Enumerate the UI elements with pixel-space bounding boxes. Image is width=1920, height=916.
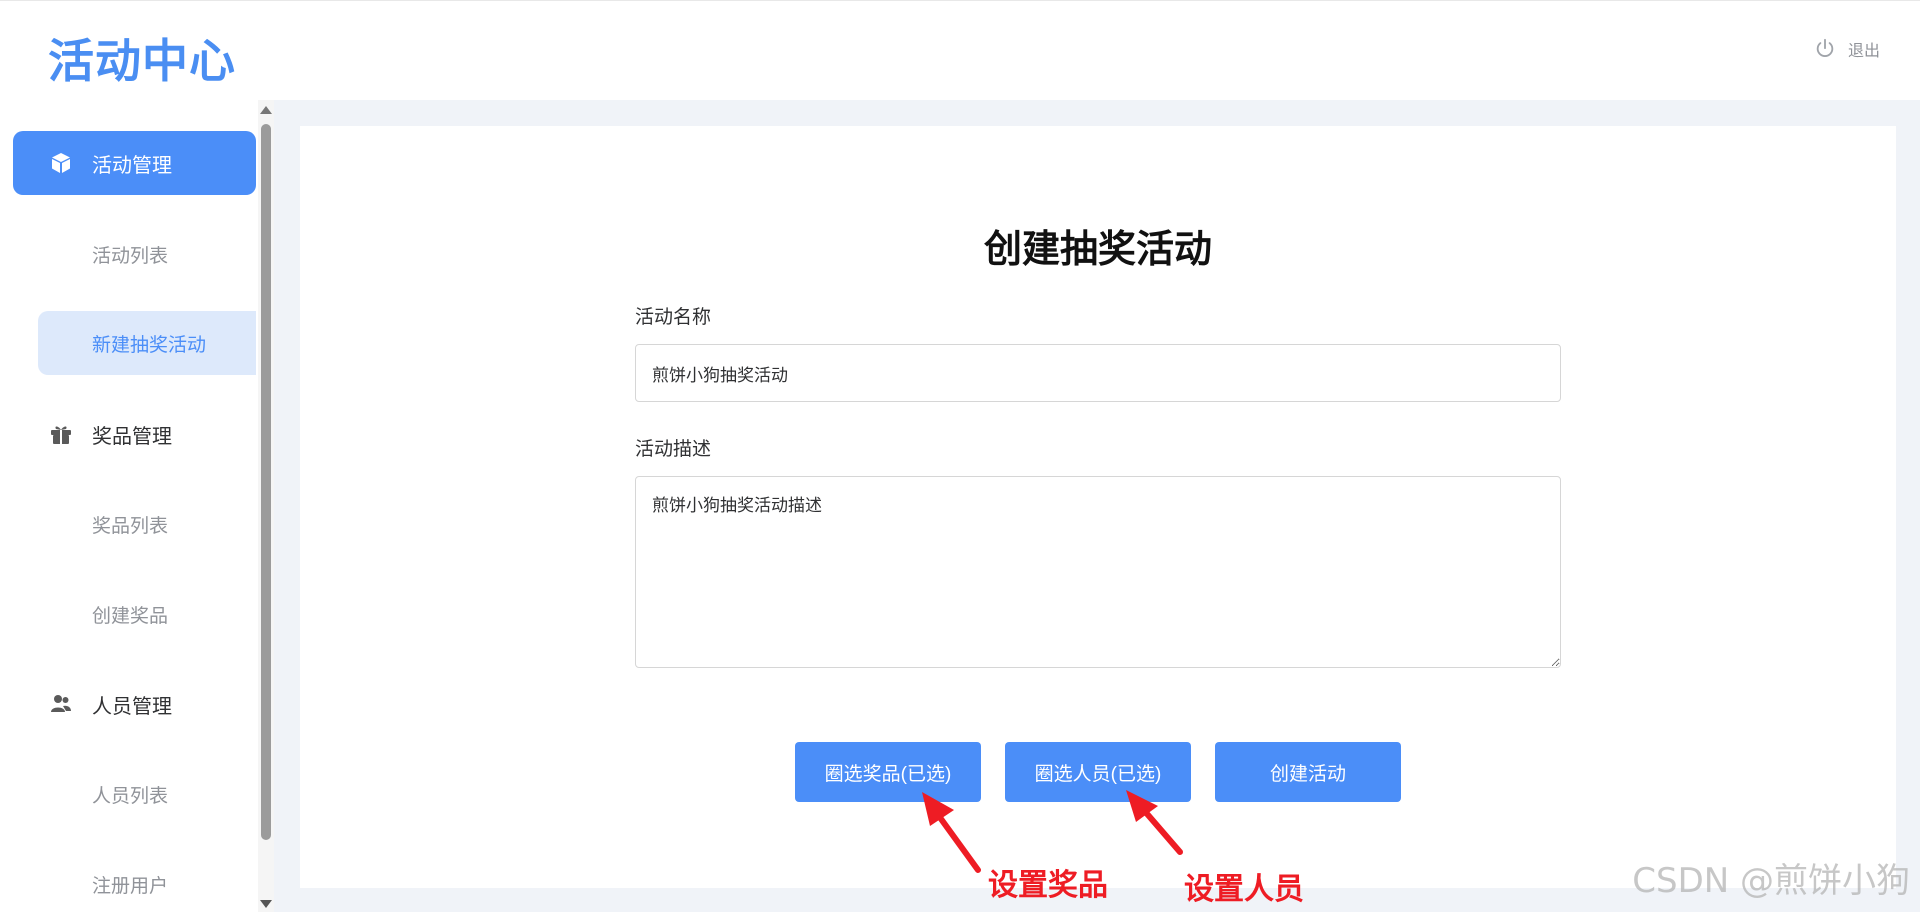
sidebar-item-prize-list[interactable]: 奖品列表 xyxy=(38,492,256,556)
gift-icon xyxy=(48,421,74,447)
sidebar-item-people-list[interactable]: 人员列表 xyxy=(38,762,256,826)
sidebar-item-label: 注册用户 xyxy=(92,875,169,897)
activity-name-label: 活动名称 xyxy=(635,307,712,328)
sidebar-item-new-lottery[interactable]: 新建抽奖活动 xyxy=(38,311,256,375)
activity-name-input[interactable] xyxy=(635,344,1561,402)
activity-description-textarea[interactable]: 煎饼小狗抽奖活动描述 xyxy=(635,476,1561,668)
annotation-set-people: 设置人员 xyxy=(1184,872,1304,907)
scroll-up-arrow-icon[interactable] xyxy=(260,106,272,114)
page-title: 创建抽奖活动 xyxy=(983,229,1212,271)
logout-label: 退出 xyxy=(1847,43,1880,60)
sidebar-item-label: 新建抽奖活动 xyxy=(92,334,207,356)
sidebar: 活动管理 活动列表 新建抽奖活动 奖品管理 奖品列表 创建奖品 人员管理 人员列… xyxy=(0,100,258,912)
sidebar-group-prize-management[interactable]: 奖品管理 xyxy=(13,402,256,466)
cube-icon xyxy=(48,150,74,176)
sidebar-item-label: 人员列表 xyxy=(92,785,169,807)
main-content: 创建抽奖活动 活动名称 活动描述 煎饼小狗抽奖活动描述 圈选奖品(已选) 圈选人… xyxy=(274,100,1920,912)
sidebar-item-label: 创建奖品 xyxy=(92,605,169,627)
select-people-button[interactable]: 圈选人员(已选) xyxy=(1005,742,1191,802)
select-prizes-button[interactable]: 圈选奖品(已选) xyxy=(795,742,981,802)
sidebar-item-label: 奖品列表 xyxy=(92,515,169,537)
scroll-thumb[interactable] xyxy=(261,124,271,840)
watermark: CSDN @煎饼小狗 xyxy=(1632,861,1910,901)
sidebar-group-label: 活动管理 xyxy=(92,154,172,177)
sidebar-group-activity-management[interactable]: 活动管理 xyxy=(13,131,256,195)
power-icon xyxy=(1816,38,1834,57)
scroll-down-arrow-icon[interactable] xyxy=(260,900,272,908)
form-card: 创建抽奖活动 活动名称 活动描述 煎饼小狗抽奖活动描述 圈选奖品(已选) 圈选人… xyxy=(300,126,1896,888)
sidebar-item-activity-list[interactable]: 活动列表 xyxy=(38,222,256,286)
logout-button[interactable]: 退出 xyxy=(1814,37,1880,61)
sidebar-scrollbar[interactable] xyxy=(258,100,274,912)
sidebar-group-people-management[interactable]: 人员管理 xyxy=(13,672,256,736)
sidebar-item-register-user[interactable]: 注册用户 xyxy=(38,852,256,916)
create-activity-button[interactable]: 创建活动 xyxy=(1215,742,1401,802)
activity-description-label: 活动描述 xyxy=(635,439,712,460)
sidebar-group-label: 奖品管理 xyxy=(92,425,172,448)
top-header: 活动中心 退出 xyxy=(0,0,1920,100)
annotation-set-prizes: 设置奖品 xyxy=(988,868,1108,903)
sidebar-item-label: 活动列表 xyxy=(92,245,169,267)
sidebar-group-label: 人员管理 xyxy=(92,695,172,718)
users-icon xyxy=(48,691,74,717)
sidebar-item-create-prize[interactable]: 创建奖品 xyxy=(38,582,256,646)
app-logo: 活动中心 xyxy=(48,34,236,88)
